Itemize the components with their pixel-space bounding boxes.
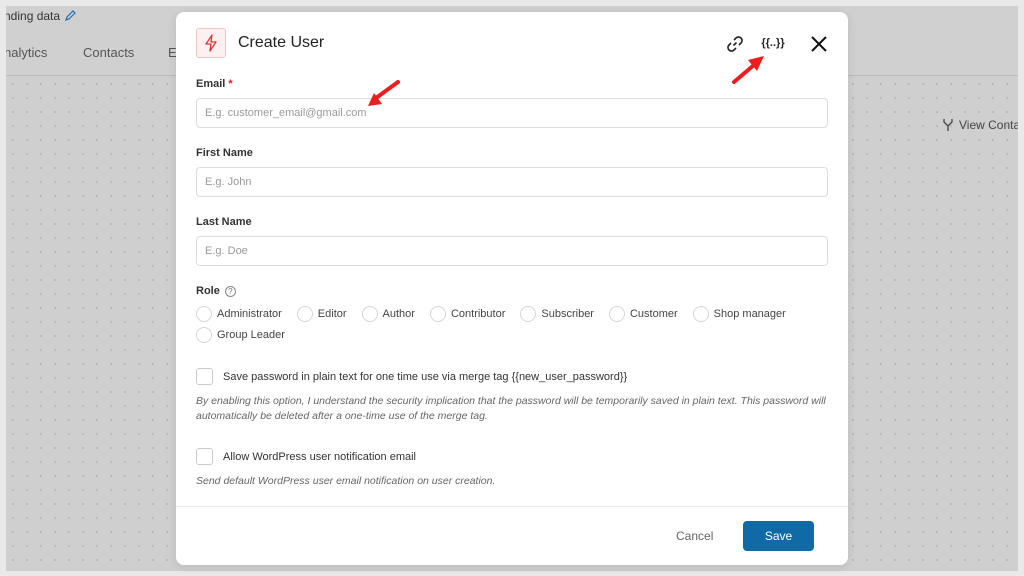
save-button[interactable]: Save xyxy=(743,521,814,551)
email-label: Email * xyxy=(196,78,233,90)
close-icon[interactable] xyxy=(808,33,830,55)
help-icon[interactable]: ? xyxy=(224,285,236,297)
last-name-input[interactable] xyxy=(196,236,828,266)
last-name-label: Last Name xyxy=(196,216,252,228)
pencil-icon[interactable] xyxy=(64,10,76,22)
notify-description: Send default WordPress user email notifi… xyxy=(196,475,496,487)
role-option-administrator[interactable]: Administrator xyxy=(196,305,282,322)
tab-contacts[interactable]: Contacts xyxy=(83,45,134,60)
save-password-checkbox[interactable] xyxy=(196,368,213,385)
branch-icon xyxy=(943,119,953,131)
notify-checkbox[interactable] xyxy=(196,448,213,465)
role-option-customer[interactable]: Customer xyxy=(608,305,678,322)
role-radio-group: Administrator Editor Author Contributor … xyxy=(196,305,826,343)
role-option-contributor[interactable]: Contributor xyxy=(429,305,505,322)
first-name-label: First Name xyxy=(196,147,253,159)
role-label: Role ? xyxy=(196,285,236,297)
create-user-modal: Create User {{..}} Email* First Name Las… xyxy=(176,12,848,565)
modal-footer-divider xyxy=(176,506,848,507)
notify-label: Allow WordPress user notification email xyxy=(223,451,416,463)
save-password-label: Save password in plain text for one time… xyxy=(223,371,628,383)
save-password-description: By enabling this option, I understand th… xyxy=(196,395,826,422)
breadcrumb-text: nding data xyxy=(6,9,61,23)
role-option-subscriber[interactable]: Subscriber xyxy=(520,305,594,322)
first-name-input[interactable] xyxy=(196,167,828,197)
role-option-group-leader[interactable]: Group Leader xyxy=(196,326,285,343)
view-contacts-button[interactable]: View Contac xyxy=(942,118,1018,132)
role-option-shop-manager[interactable]: Shop manager xyxy=(692,305,786,322)
view-contacts-label: View Contac xyxy=(959,118,1018,132)
link-icon[interactable] xyxy=(724,34,746,54)
role-option-author[interactable]: Author xyxy=(361,305,415,322)
role-option-editor[interactable]: Editor xyxy=(296,305,347,322)
tab-analytics[interactable]: nalytics xyxy=(6,45,47,60)
breadcrumb: nding data xyxy=(6,9,76,23)
cancel-button[interactable]: Cancel xyxy=(676,529,713,543)
lightning-icon xyxy=(196,28,226,58)
email-input[interactable] xyxy=(196,98,828,128)
modal-title: Create User xyxy=(238,34,325,51)
merge-tag-button[interactable]: {{..}} xyxy=(758,34,788,52)
